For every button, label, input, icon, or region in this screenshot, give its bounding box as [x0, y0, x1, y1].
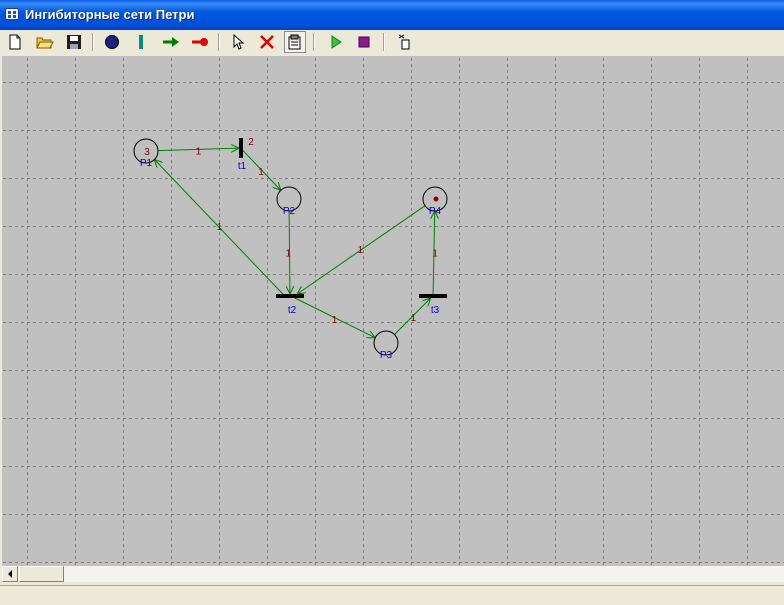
arc-weight-label: 1 [286, 249, 292, 260]
open-folder-icon [36, 37, 54, 49]
toolbar-separator [383, 33, 385, 51]
stop-icon [358, 36, 370, 48]
place-tool-icon [105, 35, 119, 49]
arc-weight-label: 1 [258, 167, 264, 178]
new-file-button[interactable] [4, 31, 26, 53]
place-name-label: P3 [380, 350, 393, 361]
properties-button[interactable] [284, 31, 306, 53]
arc-weight-label: 1 [432, 249, 438, 260]
scroll-left-button[interactable] [2, 566, 18, 582]
place-token-count: 3 [144, 147, 150, 158]
title-bar: Ингибиторные сети Петри [0, 0, 784, 30]
transition-t3[interactable] [419, 294, 447, 298]
properties-icon [288, 34, 301, 50]
inhibitor-arc-tool-icon [192, 38, 208, 46]
new-file-icon [9, 34, 21, 50]
toolbar-separator [92, 33, 94, 51]
arc-weight-label: 1 [196, 147, 202, 158]
arc-weight-label: 1 [217, 222, 223, 233]
select-button[interactable] [227, 31, 249, 53]
net-canvas[interactable]: 1 1 1 1 1 1 1 1 3 P1 P2 P3 P4 t1 2 t2 t3 [2, 56, 784, 566]
toolbar-separator [313, 33, 315, 51]
token-dot [433, 196, 439, 202]
grid-background [2, 56, 784, 566]
transition-name-label: t1 [238, 161, 247, 172]
open-button[interactable] [34, 31, 56, 53]
app-icon [5, 8, 19, 20]
transition-name-label: t2 [288, 305, 297, 316]
window-title: Ингибиторные сети Петри [25, 7, 195, 22]
stop-button[interactable] [353, 31, 375, 53]
toolbar [0, 30, 784, 55]
delete-x-icon [260, 35, 274, 49]
save-disk-icon [67, 35, 81, 49]
step-icon [398, 34, 410, 50]
run-play-icon [331, 35, 342, 49]
transition-name-label: t3 [431, 305, 440, 316]
net-drawing: 1 1 1 1 1 1 1 1 3P1 P2 P3 P4 t1 2 t2 t3 [2, 56, 784, 566]
select-pointer-icon [233, 34, 245, 50]
transition-tool-button[interactable] [130, 31, 152, 53]
transition-tool-icon [139, 35, 143, 49]
arc-tool-button[interactable] [160, 31, 182, 53]
toolbar-separator [218, 33, 220, 51]
delete-button[interactable] [256, 31, 278, 53]
step-button[interactable] [393, 31, 415, 53]
arrow-left-icon [8, 570, 12, 578]
arc-tool-icon [163, 37, 179, 47]
save-button[interactable] [63, 31, 85, 53]
transition-priority-label: 2 [248, 137, 254, 148]
horizontal-scrollbar[interactable] [2, 566, 784, 582]
transition-t1[interactable] [239, 138, 243, 158]
inhibitor-arc-tool-button[interactable] [189, 31, 211, 53]
status-bar [0, 585, 784, 605]
place-name-label: P1 [140, 158, 153, 169]
scroll-thumb[interactable] [19, 566, 64, 582]
transition-t2[interactable] [276, 294, 304, 298]
place-tool-button[interactable] [101, 31, 123, 53]
arc-weight-label: 1 [358, 245, 364, 256]
arc-weight-label: 1 [332, 315, 338, 326]
place-name-label: P2 [283, 206, 296, 217]
arc-weight-label: 1 [411, 313, 417, 324]
run-button[interactable] [325, 31, 347, 53]
place-name-label: P4 [429, 206, 442, 217]
